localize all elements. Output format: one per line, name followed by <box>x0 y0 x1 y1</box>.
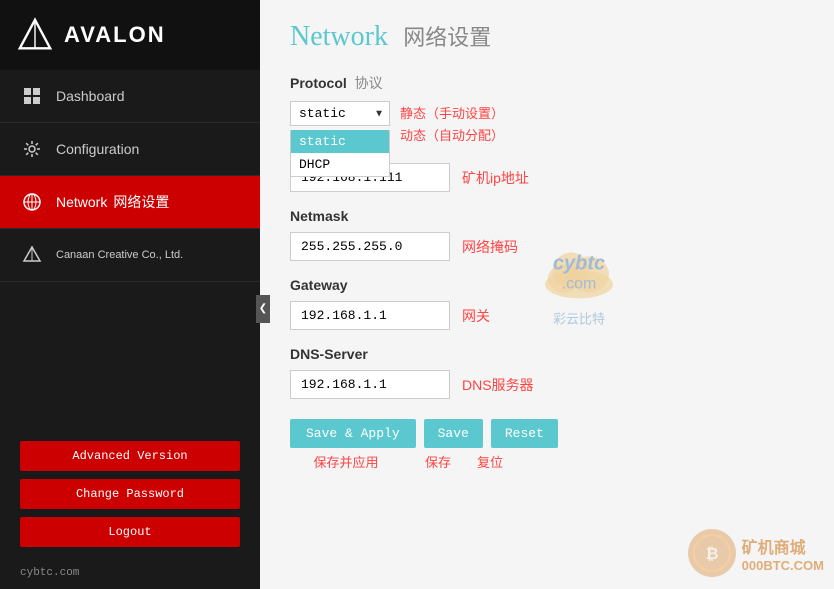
page-title-cn: 网络设置 <box>403 25 491 50</box>
sidebar-item-configuration[interactable]: Configuration <box>0 123 260 176</box>
dashboard-icon <box>20 84 44 108</box>
action-buttons: Save & Apply Save Reset <box>290 419 804 448</box>
reset-button[interactable]: Reset <box>491 419 558 448</box>
reset-cn-label: 复位 <box>470 452 510 471</box>
save-button[interactable]: Save <box>424 419 483 448</box>
netmask-description: 网络掩码 <box>462 237 518 257</box>
canaan-label: Canaan Creative Co., Ltd. <box>56 249 183 261</box>
sidebar-collapse-handle[interactable]: ❮ <box>256 295 270 323</box>
dashboard-label: Dashboard <box>56 88 125 104</box>
avalon-logo-icon <box>16 16 54 54</box>
sidebar-nav: Dashboard Configuration Ne <box>0 70 260 431</box>
protocol-option-dhcp[interactable]: DHCP <box>291 153 389 176</box>
protocol-select-trigger[interactable]: static DHCP ▼ <box>290 101 390 126</box>
protocol-select[interactable]: static DHCP <box>290 101 390 126</box>
bottom-watermark: ₿ 矿机商城 000BTC.COM <box>686 527 824 579</box>
sidebar-buttons: Advanced Version Change Password Logout <box>0 431 260 557</box>
sidebar: AVALON Dashboard Conf <box>0 0 260 589</box>
change-password-button[interactable]: Change Password <box>20 479 240 509</box>
gateway-label: Gateway <box>290 277 804 293</box>
netmask-input[interactable] <box>290 232 450 261</box>
gateway-label-en: Gateway <box>290 277 348 293</box>
protocol-descriptions: 静态（手动设置） 动态（自动分配） <box>400 101 504 147</box>
coin-icon: ₿ <box>686 527 738 579</box>
sidebar-footer: cybtc.com <box>0 557 260 589</box>
save-apply-cn-label: 保存并应用 <box>290 452 402 471</box>
ip-description: 矿机ip地址 <box>462 168 529 188</box>
logout-button[interactable]: Logout <box>20 517 240 547</box>
sidebar-item-network[interactable]: Network 网络设置 <box>0 176 260 229</box>
dns-row: DNS服务器 <box>290 370 804 399</box>
watermark-url: 000BTC.COM <box>742 558 824 573</box>
logo-text: AVALON <box>64 22 166 48</box>
page-title-en: Network <box>290 21 388 52</box>
protocol-label-cn: 协议 <box>355 75 383 91</box>
save-cn-label: 保存 <box>414 452 462 471</box>
dns-label-en: DNS-Server <box>290 346 368 362</box>
dns-label: DNS-Server <box>290 346 804 362</box>
gateway-input[interactable] <box>290 301 450 330</box>
svg-text:₿: ₿ <box>705 545 718 563</box>
main-content: Network 网络设置 Protocol 协议 static DHCP ▼ s… <box>260 0 834 589</box>
advanced-version-button[interactable]: Advanced Version <box>20 441 240 471</box>
configuration-label: Configuration <box>56 141 139 157</box>
page-title: Network 网络设置 <box>290 20 804 53</box>
protocol-label-en: Protocol <box>290 75 347 91</box>
netmask-row: 网络掩码 <box>290 232 804 261</box>
protocol-option-static[interactable]: static <box>291 130 389 153</box>
network-icon <box>20 190 44 214</box>
logo-area: AVALON <box>0 0 260 70</box>
protocol-desc-dhcp: 动态（自动分配） <box>400 125 504 147</box>
gateway-row: 网关 <box>290 301 804 330</box>
watermark-text-block: 矿机商城 000BTC.COM <box>742 534 824 573</box>
watermark-shop-cn: 矿机商城 <box>742 534 824 558</box>
protocol-section: Protocol 协议 static DHCP ▼ static DHCP <box>290 73 804 147</box>
netmask-label-en: Netmask <box>290 208 348 224</box>
sidebar-footer-text: cybtc.com <box>20 567 79 579</box>
network-label-en: Network <box>56 194 107 210</box>
configuration-icon <box>20 137 44 161</box>
button-cn-labels: 保存并应用 保存 复位 <box>290 452 804 471</box>
network-label-cn: 网络设置 <box>113 192 169 212</box>
gateway-description: 网关 <box>462 306 490 326</box>
save-apply-button[interactable]: Save & Apply <box>290 419 416 448</box>
sidebar-item-canaan[interactable]: Canaan Creative Co., Ltd. <box>0 229 260 282</box>
dns-section: DNS-Server DNS服务器 <box>290 346 804 399</box>
protocol-label: Protocol 协议 <box>290 73 804 93</box>
dns-description: DNS服务器 <box>462 375 534 395</box>
gateway-section: Gateway 网关 <box>290 277 804 330</box>
netmask-section: Netmask 网络掩码 <box>290 208 804 261</box>
sidebar-item-dashboard[interactable]: Dashboard <box>0 70 260 123</box>
protocol-dropdown-open: static DHCP <box>290 130 390 177</box>
protocol-dropdown-wrapper: static DHCP ▼ static DHCP <box>290 101 390 130</box>
canaan-icon <box>20 243 44 267</box>
dns-input[interactable] <box>290 370 450 399</box>
protocol-row: static DHCP ▼ static DHCP 静态（手动设置） 动态（自动… <box>290 101 804 147</box>
netmask-label: Netmask <box>290 208 804 224</box>
protocol-desc-static: 静态（手动设置） <box>400 103 504 125</box>
